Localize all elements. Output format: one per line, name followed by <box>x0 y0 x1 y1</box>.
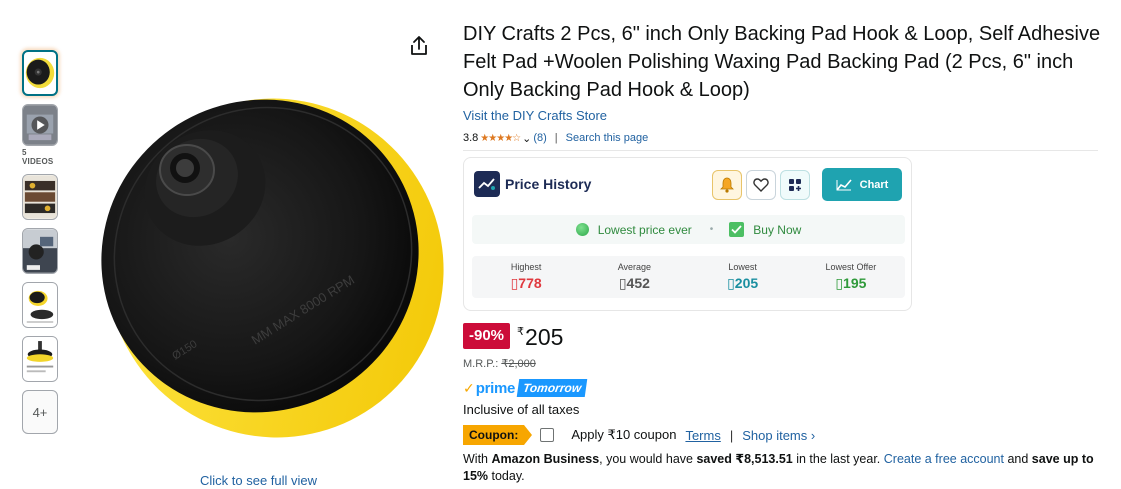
biz-text: With <box>463 452 492 466</box>
price-stats: Highest ▯778 Average ▯452 Lowest ▯205 Lo… <box>472 256 905 298</box>
compare-grid-button[interactable] <box>780 170 810 200</box>
chevron-down-icon[interactable]: ⌄ <box>522 132 531 145</box>
search-this-page-link[interactable]: Search this page <box>566 132 649 144</box>
rating-count-link[interactable]: (8) <box>533 132 546 144</box>
share-icon[interactable] <box>408 34 430 58</box>
thumbnail-image-2[interactable] <box>22 174 58 220</box>
full-view-link[interactable]: Click to see full view <box>200 473 317 488</box>
green-dot-icon <box>575 223 589 236</box>
mrp: M.R.P.: ₹2,000 <box>463 357 536 370</box>
price-history-header: Price History <box>474 171 591 197</box>
discount-badge: -90% <box>463 323 511 349</box>
stat-average: Average ▯452 <box>580 256 688 298</box>
rupee-symbol-icon: ▯ <box>727 275 735 291</box>
chart-button-label: Chart <box>859 178 889 191</box>
chart-button[interactable]: Chart <box>822 168 902 201</box>
mrp-label: M.R.P.: <box>463 358 499 370</box>
bell-icon <box>720 177 734 193</box>
price-status-bar: Lowest price ever • Buy Now <box>472 215 905 244</box>
biz-text: today. <box>488 469 525 483</box>
mrp-value: ₹2,000 <box>501 358 536 370</box>
check-icon <box>729 222 745 237</box>
terms-link[interactable]: Terms <box>685 428 720 443</box>
thumbnail-image-1[interactable] <box>22 50 58 96</box>
biz-text: in the last year. <box>792 452 884 466</box>
inclusive-taxes: Inclusive of all taxes <box>463 402 580 417</box>
create-account-link[interactable]: Create a free account <box>884 452 1004 466</box>
heart-icon <box>753 178 769 192</box>
stat-label: Lowest <box>728 262 757 272</box>
stat-lowest-offer: Lowest Offer ▯195 <box>797 256 905 298</box>
product-info: DIY Crafts 2 Pcs, 6" inch Only Backing P… <box>463 20 1103 151</box>
stat-label: Highest <box>510 262 542 272</box>
thumbnail-strip: 5 VIDEOS 4+ <box>22 50 60 442</box>
star-rating-icon[interactable]: ★★★★☆ <box>480 133 521 144</box>
product-title: DIY Crafts 2 Pcs, 6" inch Only Backing P… <box>463 23 1101 101</box>
videos-count-label: 5 VIDEOS <box>22 148 54 166</box>
thumbnail-image-5[interactable] <box>22 336 58 382</box>
chart-icon <box>836 178 852 190</box>
price-history-logo-icon <box>474 171 500 197</box>
rating-value: 3.8 <box>463 132 479 144</box>
currency-symbol: ₹ <box>517 326 525 338</box>
coupon-row: Coupon: Apply ₹10 coupon Terms | Shop it… <box>463 425 815 445</box>
more-images-button[interactable]: 4+ <box>22 390 58 434</box>
stat-value: ▯195 <box>835 275 867 291</box>
store-link[interactable]: Visit the DIY Crafts Store <box>463 108 607 123</box>
stat-highest: Highest ▯778 <box>472 256 580 298</box>
rating-row: 3.8 ★★★★☆ ⌄ (8) | Search this page <box>463 130 1103 146</box>
coupon-checkbox[interactable] <box>540 428 555 442</box>
price-history-widget: Price History Chart Lowest price ever • … <box>463 157 912 311</box>
biz-brand: Amazon Business <box>491 452 600 466</box>
stat-value: ▯205 <box>727 275 759 291</box>
price-history-title: Price History <box>505 176 592 192</box>
current-price: 205 <box>525 324 564 350</box>
separator-dot: • <box>709 224 714 235</box>
stat-label: Average <box>617 262 652 272</box>
rupee-symbol-icon: ▯ <box>618 275 627 291</box>
product-main-image[interactable]: MM MAX 8000 RPM Ø150 <box>75 60 445 460</box>
buy-now-label: Buy Now <box>753 222 802 237</box>
stat-lowest: Lowest ▯205 <box>689 256 797 298</box>
prime-label: prime <box>475 379 516 397</box>
amazon-business-offer: With Amazon Business, you would have sav… <box>463 451 1103 485</box>
prime-badge: ✓ prime Tomorrow <box>463 378 588 398</box>
stat-value: ▯778 <box>510 275 542 291</box>
prime-check-icon: ✓ <box>463 379 475 396</box>
thumbnail-image-3[interactable] <box>22 228 58 274</box>
coupon-text: Apply ₹10 coupon <box>571 427 677 442</box>
price-alert-bell-button[interactable] <box>712 170 742 200</box>
shop-items-link[interactable]: Shop items › <box>742 428 815 443</box>
thumbnail-video[interactable] <box>22 104 58 146</box>
stat-label: Lowest Offer <box>825 262 877 272</box>
lowest-price-ever-label: Lowest price ever <box>597 222 692 237</box>
divider-line <box>463 150 1098 151</box>
divider: | <box>554 132 558 144</box>
grid-plus-icon <box>789 179 801 191</box>
wishlist-heart-button[interactable] <box>746 170 776 200</box>
biz-text: and <box>1003 452 1032 466</box>
stat-value: ▯452 <box>618 275 650 291</box>
thumbnail-image-4[interactable] <box>22 282 58 328</box>
price-row: -90% ₹ 205 <box>463 323 563 351</box>
rupee-symbol-icon: ▯ <box>835 275 844 291</box>
coupon-badge: Coupon: <box>463 425 533 445</box>
biz-saved: saved ₹8,513.51 <box>696 452 793 466</box>
biz-text: , you would have <box>599 452 697 466</box>
prime-delivery-badge: Tomorrow <box>516 379 588 397</box>
divider: | <box>729 427 734 443</box>
